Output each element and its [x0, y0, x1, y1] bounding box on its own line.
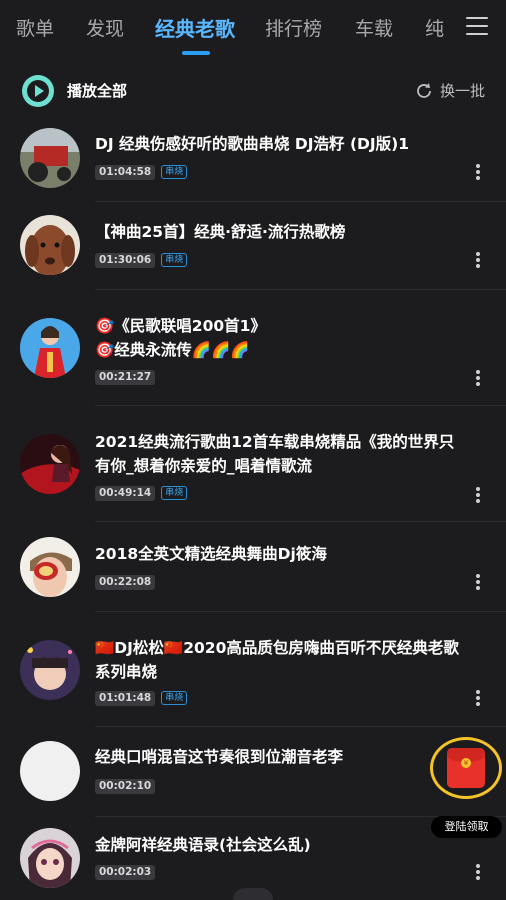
song-meta: 00:02:10 — [95, 779, 156, 794]
divider — [95, 521, 506, 522]
song-duration: 00:22:08 — [95, 575, 156, 590]
tab-car[interactable]: 车载 — [355, 14, 393, 41]
song-title: 【神曲25首】经典·舒适·流行热歌榜 — [95, 223, 346, 241]
red-envelope-promo-button[interactable]: ¥ — [430, 737, 502, 799]
tab-playlists[interactable]: 歌单 — [16, 14, 54, 41]
tab-discover[interactable]: 发现 — [86, 14, 124, 41]
song-duration: 01:04:58 — [95, 165, 156, 180]
song-tag: 串烧 — [161, 253, 188, 267]
tab-classic-oldies[interactable]: 经典老歌 — [155, 13, 235, 42]
play-icon — [27, 80, 49, 102]
song-tag: 串烧 — [161, 165, 188, 179]
divider — [95, 405, 506, 406]
play-all-button[interactable] — [22, 75, 54, 107]
song-title: 🇨🇳DJ松松🇨🇳2020高品质包房嗨曲百听不厌经典老歌系列串烧 — [95, 639, 459, 681]
song-title: 🎯《民歌联唱200首1》 🎯经典永流传🌈🌈🌈 — [95, 317, 266, 359]
more-options-icon[interactable] — [473, 370, 483, 388]
song-cover-masked-face — [20, 537, 80, 597]
song-meta: 00:21:27 — [95, 370, 156, 385]
active-tab-indicator — [182, 51, 210, 55]
divider — [95, 611, 506, 612]
list-header: 播放全部 换一批 — [0, 66, 506, 116]
song-cover-red-car — [20, 434, 80, 494]
song-meta: 00:22:08 — [95, 575, 156, 590]
more-options-icon[interactable] — [473, 164, 483, 182]
red-envelope-icon: ¥ — [447, 748, 485, 788]
promo-login-label[interactable]: 登陆领取 — [431, 816, 502, 838]
more-options-icon[interactable] — [473, 690, 483, 708]
song-meta: 00:49:14 串烧 — [95, 486, 188, 501]
song-duration: 00:49:14 — [95, 486, 156, 501]
song-duration: 01:01:48 — [95, 691, 156, 706]
song-duration: 00:21:27 — [95, 370, 156, 385]
song-title: 金牌阿祥经典语录(社会这么乱) — [95, 836, 311, 854]
song-tag: 串烧 — [161, 691, 188, 705]
refresh-batch-button[interactable]: 换一批 — [412, 78, 492, 104]
song-meta: 01:04:58 串烧 — [95, 165, 188, 180]
player-handle[interactable] — [233, 888, 273, 900]
song-cover-dog — [20, 215, 80, 275]
song-cover-man-portrait — [20, 640, 80, 700]
song-title: 2021经典流行歌曲12首车载串烧精品《我的世界只有你_想着你亲爱的_唱着情歌流 — [95, 433, 455, 475]
tab-charts[interactable]: 排行榜 — [265, 14, 322, 41]
song-title: 2018全英文精选经典舞曲Dj筱海 — [95, 545, 327, 563]
song-cover-blank — [20, 741, 80, 801]
divider — [95, 289, 506, 290]
refresh-icon — [417, 83, 431, 98]
song-duration: 01:30:06 — [95, 253, 156, 268]
divider — [95, 201, 506, 202]
song-tag: 串烧 — [161, 486, 188, 500]
refresh-batch-label: 换一批 — [440, 82, 486, 100]
song-meta: 01:30:06 串烧 — [95, 253, 188, 268]
song-duration: 00:02:10 — [95, 779, 156, 794]
song-meta: 00:02:03 — [95, 865, 156, 880]
song-cover-cartoon-girl — [20, 828, 80, 888]
more-options-icon[interactable] — [473, 574, 483, 592]
more-options-icon[interactable] — [473, 252, 483, 270]
top-tab-bar: 歌单 发现 经典老歌 排行榜 车载 纯 — [0, 0, 506, 58]
play-all-label[interactable]: 播放全部 — [67, 80, 127, 101]
song-duration: 00:02:03 — [95, 865, 156, 880]
song-title: DJ 经典伤感好听的歌曲串烧 DJ浩籽 (DJ版)1 — [95, 135, 410, 153]
tab-pure[interactable]: 纯 — [425, 14, 444, 41]
song-cover-tractor — [20, 128, 80, 188]
divider — [95, 726, 506, 727]
song-cover-singer — [20, 318, 80, 378]
more-options-icon[interactable] — [473, 487, 483, 505]
song-meta: 01:01:48 串烧 — [95, 691, 188, 706]
song-title: 经典口哨混音这节奏很到位潮音老李 — [95, 748, 344, 766]
more-options-icon[interactable] — [473, 864, 483, 882]
menu-icon[interactable] — [466, 16, 488, 36]
